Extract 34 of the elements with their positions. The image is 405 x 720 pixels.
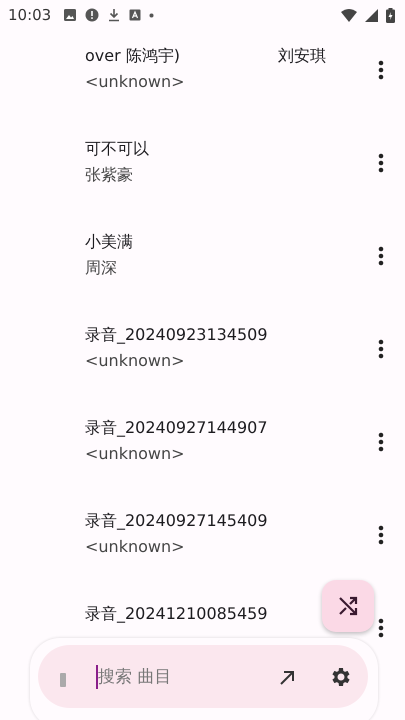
download-icon (107, 8, 122, 22)
song-artist: 张紫豪 (85, 164, 133, 186)
song-title: 录音_20240923134509 (85, 324, 268, 346)
signal-icon (365, 8, 378, 22)
song-artist: <unknown> (85, 71, 185, 93)
image-icon (63, 8, 78, 22)
more-options-icon[interactable] (377, 60, 385, 80)
song-title: 录音_20240927145409 (85, 510, 268, 532)
more-options-icon[interactable] (377, 525, 385, 545)
shuffle-icon (336, 594, 360, 618)
search-field[interactable]: 搜索 曲目 (98, 663, 248, 691)
wifi-icon (341, 8, 357, 22)
dot-icon (149, 12, 154, 18)
song-artist: 周深 (85, 257, 117, 279)
song-title: over 陈鸿宇) (85, 45, 180, 67)
more-options-icon[interactable] (377, 618, 385, 638)
more-options-icon[interactable] (377, 246, 385, 266)
arrow-icon[interactable] (278, 669, 296, 687)
song-title: 小美满 (85, 231, 133, 253)
more-options-icon[interactable] (377, 432, 385, 452)
song-artist: <unknown> (85, 443, 185, 465)
status-time: 10:03 (8, 6, 52, 24)
more-options-icon[interactable] (377, 153, 385, 173)
song-title: 可不可以 (85, 138, 149, 160)
song-title: 刘安琪 (278, 45, 326, 67)
shuffle-button[interactable] (322, 580, 374, 632)
alert-icon (85, 8, 100, 22)
app-icon (129, 9, 142, 21)
song-artist: <unknown> (85, 350, 185, 372)
song-artist: <unknown> (85, 536, 185, 558)
more-options-icon[interactable] (377, 339, 385, 359)
song-title: 录音_20240927144907 (85, 417, 268, 439)
battery-icon (386, 8, 395, 22)
song-title: 录音_20241210085459 (85, 603, 268, 625)
